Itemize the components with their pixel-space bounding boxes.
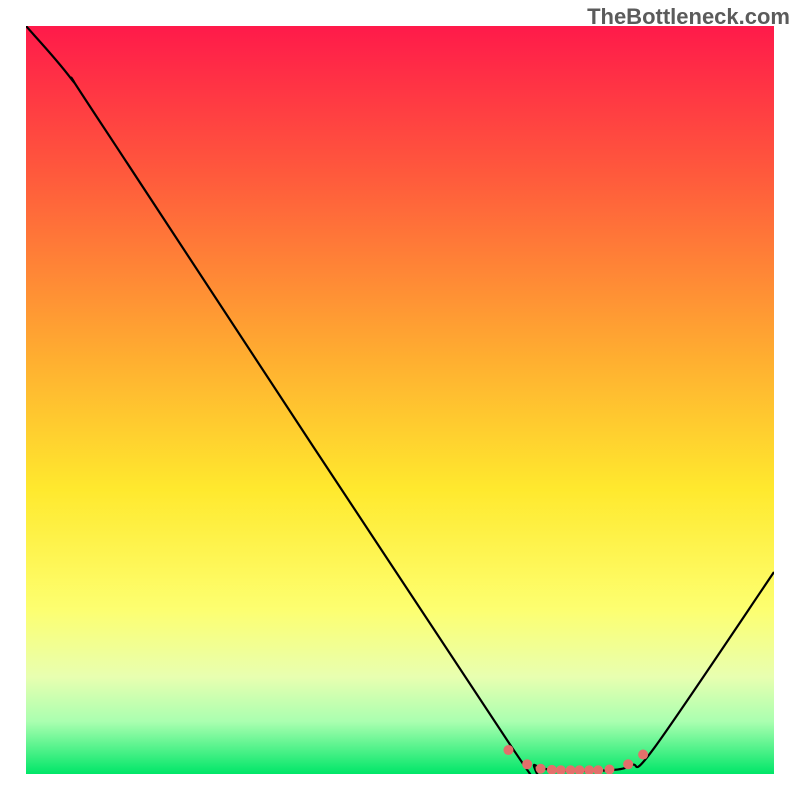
marker-dot <box>638 750 648 760</box>
chart-svg <box>26 26 774 774</box>
marker-dot <box>503 745 513 755</box>
marker-dot <box>522 759 532 769</box>
watermark-text: TheBottleneck.com <box>587 4 790 30</box>
marker-dot <box>536 764 546 774</box>
marker-dot <box>623 759 633 769</box>
gradient-background <box>26 26 774 774</box>
chart-container: TheBottleneck.com <box>0 0 800 800</box>
plot-area <box>26 26 774 774</box>
